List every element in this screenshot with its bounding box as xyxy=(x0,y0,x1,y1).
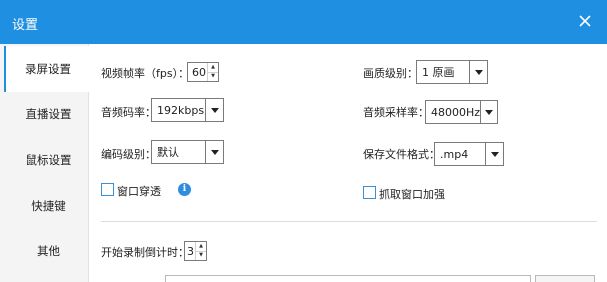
file-format-select[interactable]: .mp4 xyxy=(434,142,504,166)
fps-value: 60 xyxy=(192,65,206,79)
audio-bitrate-value: 192kbps xyxy=(157,103,205,117)
window-passthrough-checkbox[interactable] xyxy=(101,183,114,196)
save-path-input[interactable] xyxy=(165,275,531,282)
fps-stepper-arrows[interactable]: ▲ ▼ xyxy=(207,63,218,81)
file-format-value: .mp4 xyxy=(440,147,469,161)
encoder-level-value: 默认 xyxy=(157,146,179,159)
chevron-down-icon[interactable] xyxy=(469,61,487,83)
info-icon[interactable]: i xyxy=(178,183,191,196)
encoder-level-label: 编码级别： xyxy=(101,148,156,161)
capture-enhance-checkbox[interactable] xyxy=(363,186,376,199)
file-format-label: 保存文件格式： xyxy=(363,148,440,161)
chevron-down-icon[interactable] xyxy=(205,99,223,121)
stepper-down-icon[interactable]: ▼ xyxy=(208,73,218,82)
browse-button[interactable] xyxy=(535,275,595,282)
countdown-stepper-arrows[interactable]: ▲ ▼ xyxy=(195,242,206,260)
settings-panel: 视频帧率（fps）： 60 ▲ ▼ 画质级别： 1 原画 音频码率： 192kb… xyxy=(90,44,607,282)
sidebar-item-record-settings[interactable]: 录屏设置 xyxy=(4,46,90,92)
countdown-label: 开始录制倒计时： xyxy=(101,246,189,259)
countdown-stepper[interactable]: 3 ▲ ▼ xyxy=(184,241,207,261)
quality-label: 画质级别： xyxy=(363,67,418,80)
sidebar-item-hotkeys[interactable]: 快捷键 xyxy=(0,183,97,229)
sample-rate-value: 48000Hz xyxy=(431,105,481,119)
sidebar: 录屏设置 直播设置 鼠标设置 快捷键 其他 xyxy=(0,44,90,282)
stepper-up-icon[interactable]: ▲ xyxy=(208,63,218,73)
encoder-level-select[interactable]: 默认 xyxy=(151,140,224,164)
window-passthrough-label: 窗口穿透 xyxy=(117,185,161,198)
chevron-down-icon[interactable] xyxy=(485,143,503,165)
close-icon[interactable] xyxy=(575,11,595,31)
audio-bitrate-label: 音频码率： xyxy=(101,106,156,119)
sample-rate-label: 音频采样率： xyxy=(363,106,429,119)
countdown-value: 3 xyxy=(187,244,194,258)
sidebar-item-other[interactable]: 其他 xyxy=(0,228,97,274)
sidebar-item-live-settings[interactable]: 直播设置 xyxy=(0,91,97,137)
stepper-up-icon[interactable]: ▲ xyxy=(196,242,206,252)
chevron-down-icon[interactable] xyxy=(205,141,223,163)
fps-label: 视频帧率（fps）： xyxy=(101,67,190,80)
fps-stepper[interactable]: 60 ▲ ▼ xyxy=(187,62,219,82)
section-divider xyxy=(101,221,597,222)
stepper-down-icon[interactable]: ▼ xyxy=(196,252,206,261)
chevron-down-icon[interactable] xyxy=(480,101,497,123)
quality-select[interactable]: 1 原画 xyxy=(416,60,488,84)
capture-enhance-label: 抓取窗口加强 xyxy=(379,188,445,201)
window-title: 设置 xyxy=(12,18,39,33)
quality-value: 1 原画 xyxy=(422,66,455,79)
sample-rate-select[interactable]: 48000Hz xyxy=(425,100,498,124)
sidebar-item-mouse-settings[interactable]: 鼠标设置 xyxy=(0,137,97,183)
audio-bitrate-select[interactable]: 192kbps xyxy=(151,98,224,122)
title-bar: 设置 xyxy=(0,0,607,44)
